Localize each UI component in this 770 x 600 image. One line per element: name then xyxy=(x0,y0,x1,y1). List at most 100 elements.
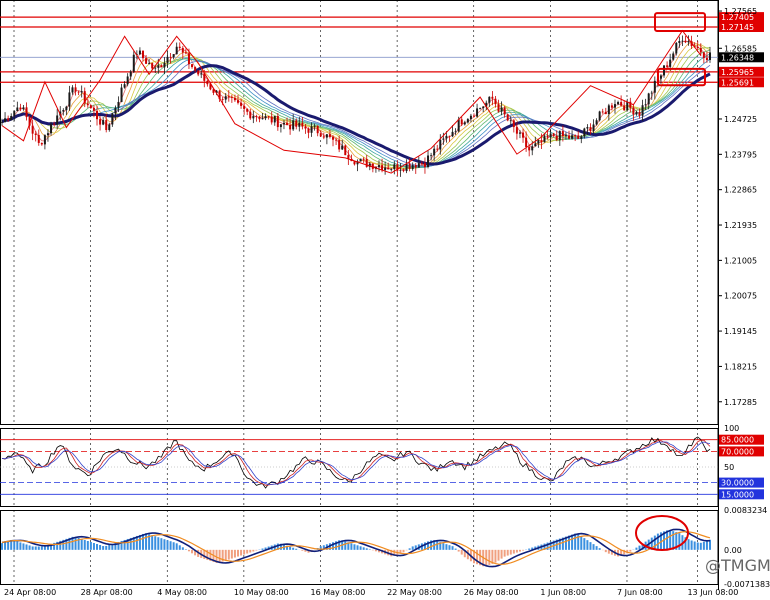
candle-body xyxy=(341,145,344,150)
candle-body xyxy=(181,48,184,53)
candle-body xyxy=(632,107,635,115)
candle-body xyxy=(592,124,595,132)
candle-body xyxy=(267,116,270,117)
candle-body xyxy=(240,102,243,106)
candle-body xyxy=(230,97,233,98)
macd-histogram-bar xyxy=(374,549,377,552)
candle-body xyxy=(454,131,457,133)
candle-body xyxy=(316,125,319,134)
candle-body xyxy=(25,107,28,118)
candle-body xyxy=(148,63,151,64)
macd-histogram-bar xyxy=(687,539,690,550)
price-scale-label: 1.21005 xyxy=(724,256,757,265)
candle-body xyxy=(702,52,705,58)
candle-body xyxy=(157,65,160,68)
candle-body xyxy=(568,135,571,139)
candle-body xyxy=(252,116,255,119)
candle-body xyxy=(669,59,672,67)
forex-chart[interactable]: 1.274051.271451.259651.256911.275651.265… xyxy=(0,0,770,600)
candle-body xyxy=(16,107,19,112)
candle-body xyxy=(503,107,506,115)
macd-histogram-bar xyxy=(635,547,638,550)
macd-histogram-bar xyxy=(86,541,89,550)
candle-body xyxy=(359,158,362,162)
macd-histogram-bar xyxy=(1,543,3,550)
macd-histogram-bar xyxy=(365,548,368,550)
macd-histogram-bar xyxy=(13,540,16,550)
candle-body xyxy=(494,98,497,105)
macd-histogram-bar xyxy=(145,533,148,550)
ma-line-7 xyxy=(1,58,711,168)
candle-body xyxy=(384,167,387,171)
macd-histogram-bar xyxy=(607,549,610,554)
macd-histogram-bar xyxy=(457,549,460,552)
candle-body xyxy=(96,110,99,120)
candle-body xyxy=(476,108,479,117)
candle-body xyxy=(601,111,604,113)
macd-histogram-bar xyxy=(460,549,463,555)
candle-body xyxy=(154,67,157,69)
candle-body xyxy=(402,169,405,172)
candle-body xyxy=(699,48,702,53)
candle-body xyxy=(206,80,209,85)
candle-body xyxy=(138,50,141,55)
candle-body xyxy=(187,53,190,65)
candle-body xyxy=(111,113,114,125)
candle-body xyxy=(243,105,246,109)
macd-histogram-bar xyxy=(485,549,488,566)
candle-body xyxy=(681,40,684,42)
candle-body xyxy=(574,135,577,137)
macd-histogram-bar xyxy=(96,544,99,550)
ma-slow-line xyxy=(1,64,711,166)
time-axis-label: 16 May 08:00 xyxy=(310,588,365,597)
macd-histogram-bar xyxy=(154,536,157,550)
macd-signal-line xyxy=(1,531,711,565)
macd-histogram-bar xyxy=(696,542,699,550)
level-tag-label: 1.25965 xyxy=(721,68,754,77)
candle-body xyxy=(709,52,711,60)
macd-histogram-bar xyxy=(356,545,359,550)
candle-body xyxy=(4,118,7,122)
macd-histogram-bar xyxy=(292,547,295,550)
candle-body xyxy=(169,56,172,58)
candle-body xyxy=(191,64,194,68)
macd-histogram-bar xyxy=(494,549,497,563)
candle-body xyxy=(145,58,148,64)
candle-body xyxy=(663,65,666,76)
candle-body xyxy=(623,105,626,111)
macd-highlight-circle xyxy=(635,515,689,551)
candle-body xyxy=(105,120,108,131)
price-scale-label: 1.21935 xyxy=(724,221,757,230)
price-scale-label: 1.19145 xyxy=(724,327,757,336)
candle-body xyxy=(457,119,460,132)
time-axis-label: 13 Jun 08:00 xyxy=(687,588,738,597)
macd-histogram-bar xyxy=(19,542,22,550)
candle-body xyxy=(678,41,681,43)
macd-histogram-bar xyxy=(184,549,187,550)
candle-body xyxy=(445,135,448,139)
price-scale-label: 1.18215 xyxy=(724,362,757,371)
candle-body xyxy=(515,127,518,134)
candle-body xyxy=(564,135,567,137)
macd-histogram-bar xyxy=(451,546,454,550)
candle-body xyxy=(469,115,472,120)
candle-body xyxy=(338,140,341,150)
macd-line xyxy=(1,528,711,568)
candle-body xyxy=(151,63,154,69)
macd-histogram-bar xyxy=(411,546,414,550)
candle-body xyxy=(178,46,181,49)
macd-histogram-bar xyxy=(83,540,86,550)
price-scale-label: 1.27565 xyxy=(724,7,757,16)
candle-body xyxy=(577,135,580,139)
candle-body xyxy=(525,137,528,147)
macd-histogram-bar xyxy=(699,542,702,550)
macd-histogram-bar xyxy=(37,546,40,550)
candle-body xyxy=(22,107,25,110)
candle-body xyxy=(292,120,295,130)
candle-body xyxy=(279,124,282,128)
candle-body xyxy=(442,138,445,140)
macd-histogram-bar xyxy=(31,546,34,550)
macd-histogram-bar xyxy=(678,533,681,550)
candle-body xyxy=(390,169,393,170)
candle-body xyxy=(448,135,451,137)
